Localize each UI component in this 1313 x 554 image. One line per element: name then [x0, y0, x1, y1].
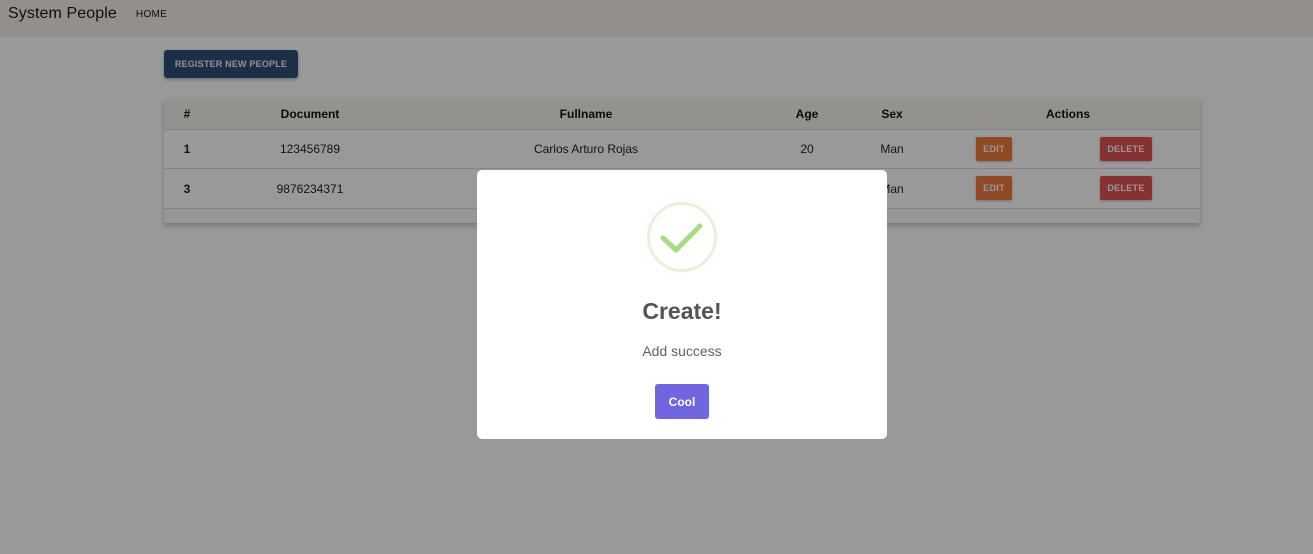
dialog-message: Add success: [642, 343, 722, 359]
success-check-icon: [660, 223, 703, 253]
success-dialog: Create! Add success Cool: [477, 170, 887, 439]
dialog-title: Create!: [642, 298, 722, 324]
confirm-button[interactable]: Cool: [655, 384, 709, 419]
